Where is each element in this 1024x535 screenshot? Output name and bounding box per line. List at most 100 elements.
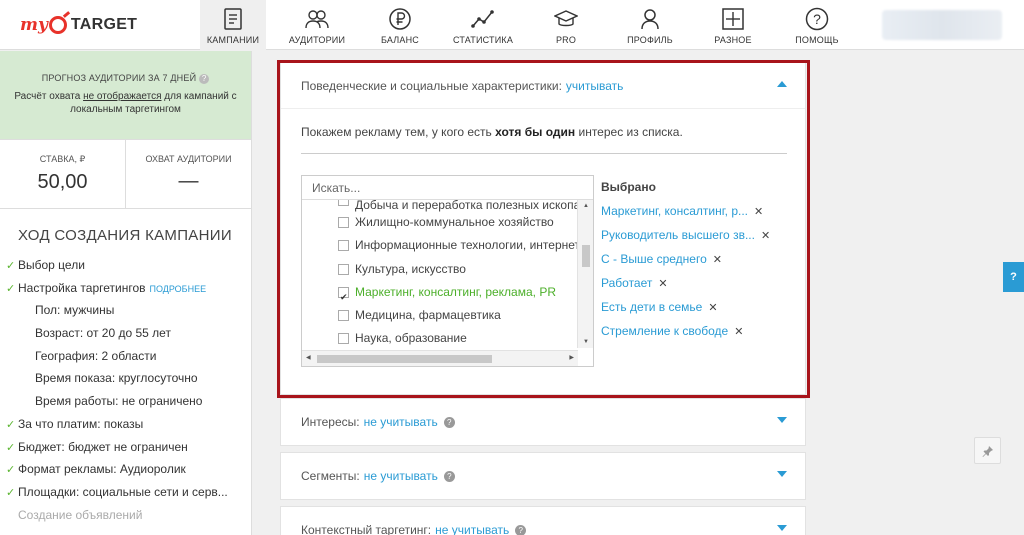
scroll-thumb[interactable]	[582, 245, 590, 267]
nav-misc[interactable]: Разное	[708, 0, 758, 50]
reach-value: —	[178, 170, 199, 192]
details-link[interactable]: подробнее	[150, 284, 207, 294]
bid-label: Ставка, ₽	[39, 154, 86, 164]
segments-value-link[interactable]: не учитывать	[364, 469, 438, 483]
segments-card[interactable]: Сегменты: не учитывать ?	[280, 452, 806, 500]
mytarget-logo[interactable]: my TARGET	[20, 12, 137, 38]
interest-listbox: Искать... Добыча и переработка полезных …	[301, 175, 594, 367]
step-platforms[interactable]: ✓ Площадки: социальные сети и серв...	[0, 481, 251, 504]
forecast-note-pre: Расчёт охвата	[14, 90, 84, 102]
interests-value-link[interactable]: не учитывать	[364, 415, 438, 429]
campaign-progress-title: Ход создания кампании	[18, 227, 232, 244]
nav-balance[interactable]: Баланс	[370, 0, 430, 50]
scroll-right-icon[interactable]: ▶	[569, 354, 574, 361]
list-item[interactable]: Культура, искусство	[302, 258, 578, 281]
selected-item[interactable]: Маркетинг, консалтинг, р... ✕	[601, 199, 791, 223]
scroll-left-icon[interactable]: ◀	[306, 354, 311, 361]
interests-label: Интересы:	[301, 415, 360, 429]
step-targeting[interactable]: ✓ Настройка таргетингов подробнее	[0, 277, 251, 300]
remove-icon[interactable]: ✕	[713, 254, 722, 266]
nav-statistics[interactable]: Статистика	[448, 0, 518, 50]
check-icon: ✓	[6, 441, 16, 454]
ruble-icon	[388, 7, 412, 31]
question-icon[interactable]: ?	[443, 416, 455, 428]
search-input[interactable]: Искать...	[302, 176, 593, 200]
expand-arrow-icon[interactable]	[777, 525, 787, 531]
behavior-value-link[interactable]: учитывать	[566, 79, 623, 93]
checkbox[interactable]	[338, 240, 349, 252]
expand-arrow-icon[interactable]	[777, 417, 787, 423]
list-item[interactable]: Наука, образование	[302, 327, 578, 348]
intro-pre: Покажем рекламу тем, у кого есть	[301, 125, 496, 139]
bid-stat: Ставка, ₽ 50,00	[0, 140, 125, 208]
user-account-blurred[interactable]	[882, 10, 1002, 40]
context-value-link[interactable]: не учитывать	[435, 523, 509, 535]
remove-icon[interactable]: ✕	[658, 278, 667, 290]
selected-item[interactable]: С - Выше среднего ✕	[601, 247, 791, 271]
selected-item[interactable]: Стремление к свободе ✕	[601, 319, 791, 343]
forecast-title: Прогноз аудитории за 7 дней?	[0, 73, 251, 84]
behavior-label: Поведенческие и социальные характеристик…	[301, 78, 562, 93]
forecast-note: Расчёт охвата не отображается для кампан…	[0, 90, 251, 116]
context-targeting-card[interactable]: Контекстный таргетинг: не учитывать ?	[280, 506, 806, 535]
context-card-header[interactable]: Контекстный таргетинг: не учитывать ?	[281, 507, 805, 535]
scroll-up-icon[interactable]: ▲	[583, 203, 589, 209]
checkbox[interactable]	[338, 263, 349, 275]
pin-button[interactable]	[974, 437, 1001, 464]
scroll-down-icon[interactable]: ▼	[583, 339, 589, 345]
vertical-scrollbar[interactable]: ▲ ▼	[577, 200, 593, 348]
nav-label: PRO	[555, 35, 577, 45]
help-tab-button[interactable]: ?	[1003, 262, 1024, 292]
item-label: Наука, образование	[355, 331, 467, 346]
remove-icon[interactable]: ✕	[734, 326, 743, 338]
question-icon[interactable]: ?	[515, 524, 527, 535]
question-icon[interactable]: ?	[443, 470, 455, 482]
step-ad-format[interactable]: ✓ Формат рекламы: Аудиоролик	[0, 458, 251, 481]
item-label: Медицина, фармацевтика	[355, 308, 501, 323]
list-item[interactable]: Информационные технологии, интернет	[302, 234, 578, 257]
forecast-note-link[interactable]: не отображается	[83, 91, 161, 102]
selected-item[interactable]: Работает ✕	[601, 271, 791, 295]
sidebar: Прогноз аудитории за 7 дней? Расчёт охва…	[0, 51, 252, 535]
remove-icon[interactable]: ✕	[708, 302, 717, 314]
collapse-arrow-icon[interactable]	[777, 81, 787, 87]
step-goal[interactable]: ✓ Выбор цели	[0, 254, 251, 277]
interests-card[interactable]: Интересы: не учитывать ?	[280, 398, 806, 446]
bid-value: 50,00	[37, 171, 88, 193]
nav-profile[interactable]: Профиль	[620, 0, 680, 50]
checkbox[interactable]	[338, 333, 349, 345]
nav-label: Аудитории	[288, 35, 346, 45]
line-chart-icon	[471, 7, 495, 31]
scroll-thumb[interactable]	[317, 355, 492, 363]
checkbox-checked[interactable]	[338, 286, 349, 309]
interests-card-header[interactable]: Интересы: не учитывать ?	[281, 399, 805, 445]
horizontal-scrollbar[interactable]: ◀ ▶	[302, 350, 578, 366]
item-label: Маркетинг, консалтинг, реклама, PR	[355, 284, 556, 299]
nav-pro[interactable]: PRO	[546, 0, 586, 50]
nav-audiences[interactable]: Аудитории	[282, 0, 352, 50]
remove-icon[interactable]: ✕	[754, 206, 763, 218]
remove-icon[interactable]: ✕	[761, 230, 770, 242]
checkbox[interactable]	[338, 217, 349, 228]
list-item[interactable]: Жилищно-коммунальное хозяйство	[302, 211, 578, 234]
nav-help[interactable]: ? Помощь	[790, 0, 844, 50]
list-item[interactable]: Медицина, фармацевтика	[302, 304, 578, 327]
checkbox[interactable]	[338, 200, 349, 206]
question-icon[interactable]: ?	[199, 73, 210, 84]
expand-arrow-icon[interactable]	[777, 471, 787, 477]
selected-item[interactable]: Руководитель высшего зв... ✕	[601, 223, 791, 247]
pin-icon	[982, 445, 993, 457]
list-item[interactable]: Маркетинг, консалтинг, реклама, PR	[302, 281, 578, 309]
list-item[interactable]: Добыча и переработка полезных ископаемых	[302, 200, 578, 211]
logo-target-mark	[48, 16, 67, 34]
behavior-card-header[interactable]: Поведенческие и социальные характеристик…	[281, 63, 805, 109]
selected-item[interactable]: Есть дети в семье ✕	[601, 295, 791, 319]
step-payment[interactable]: ✓ За что платим: показы	[0, 413, 251, 436]
segments-card-header[interactable]: Сегменты: не учитывать ?	[281, 453, 805, 499]
step-budget[interactable]: ✓ Бюджет: бюджет не ограничен	[0, 436, 251, 459]
svg-text:?: ?	[813, 11, 821, 27]
intro-bold: хотя бы один	[495, 125, 576, 139]
behavior-intro: Покажем рекламу тем, у кого есть хотя бы…	[301, 109, 785, 139]
nav-campaigns[interactable]: Кампании	[200, 0, 266, 50]
checkbox[interactable]	[338, 310, 349, 322]
